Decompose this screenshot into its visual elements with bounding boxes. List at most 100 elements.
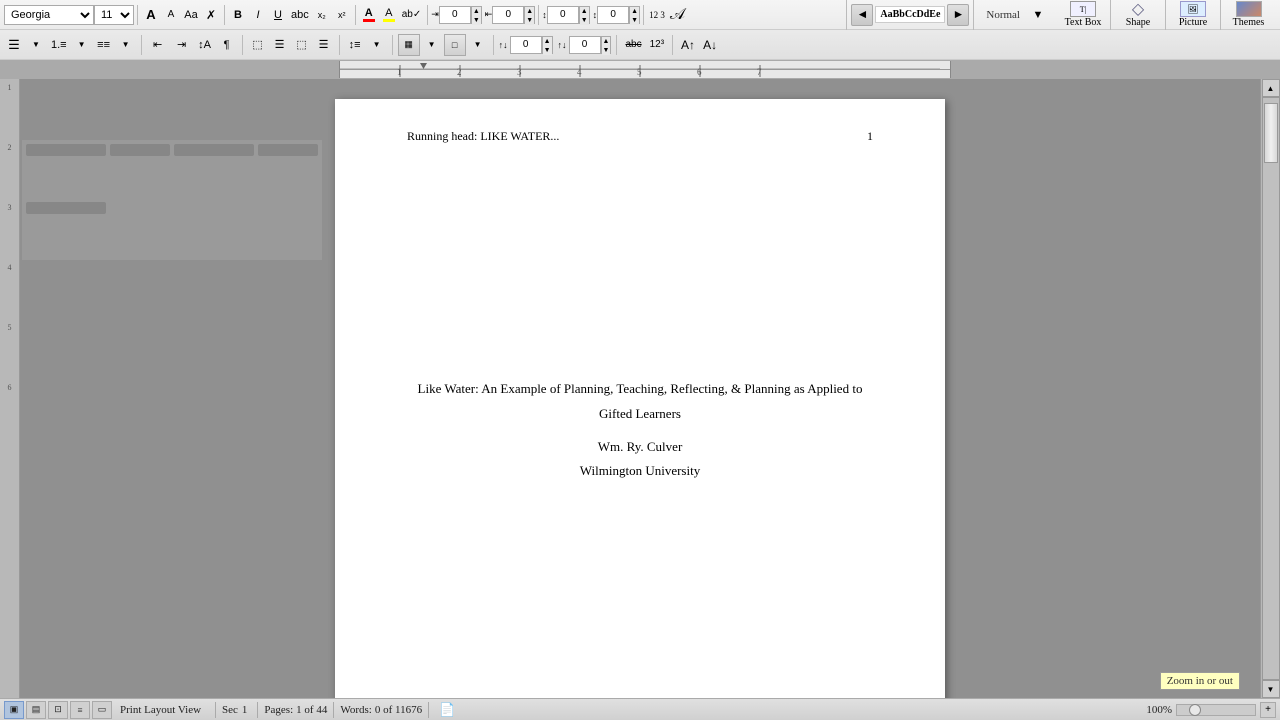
- subscript-button[interactable]: x₂: [312, 5, 332, 25]
- status-sep3: [333, 702, 334, 718]
- shading-button[interactable]: ▦: [398, 34, 420, 56]
- indent-arrows1[interactable]: ▲▼: [471, 6, 482, 24]
- row2-spacing-arrows1[interactable]: ▲▼: [542, 36, 553, 54]
- strikethrough-button[interactable]: abc: [288, 5, 312, 25]
- multilevel-dropdown[interactable]: ▼: [116, 35, 136, 55]
- show-format-button[interactable]: ¶: [217, 35, 237, 55]
- shading-dropdown[interactable]: ▼: [422, 35, 442, 55]
- status-right: Zoom in or out 100% +: [1146, 702, 1276, 718]
- align-justify-button[interactable]: ☰: [314, 35, 334, 55]
- spacing-input2[interactable]: [597, 6, 629, 24]
- title-line2[interactable]: Gifted Learners: [599, 404, 681, 425]
- spacing-combo2: ▲▼: [597, 6, 640, 24]
- numbering-button[interactable]: 1.≡: [48, 35, 70, 55]
- decrease-indent-button[interactable]: ⇤: [147, 34, 169, 56]
- web-layout-icon[interactable]: ⊡: [48, 701, 68, 719]
- scroll-track[interactable]: [1262, 97, 1280, 680]
- page-number: 1: [867, 129, 873, 144]
- textbox-insert-button[interactable]: T| Text Box: [1056, 0, 1111, 30]
- indent-input1[interactable]: 0: [439, 6, 471, 24]
- highlight-button[interactable]: A: [379, 5, 399, 25]
- change-styles-button[interactable]: ▼: [1028, 5, 1048, 25]
- row2-spacing-arrows2[interactable]: ▲▼: [601, 36, 612, 54]
- highlight-bar: [383, 19, 395, 22]
- full-reading-icon[interactable]: ▤: [26, 701, 46, 719]
- big-A-button[interactable]: 𝒜: [667, 5, 688, 25]
- text-number-button[interactable]: 12³: [647, 35, 667, 55]
- text-grow-button[interactable]: A↑: [678, 35, 698, 55]
- style-panel: Normal ▼: [974, 0, 1056, 30]
- change-case-button[interactable]: Aa: [181, 5, 201, 25]
- zoom-slider[interactable]: [1176, 704, 1256, 716]
- bullet-dropdown[interactable]: ▼: [26, 35, 46, 55]
- sep7: [141, 35, 142, 55]
- spacing-input1[interactable]: [547, 6, 579, 24]
- next-nav-button[interactable]: ►: [947, 4, 969, 26]
- scroll-up-button[interactable]: ▲: [1262, 79, 1280, 97]
- thumb-line3: [174, 144, 254, 156]
- sep6: [643, 5, 644, 25]
- align-center-button[interactable]: ☰: [270, 35, 290, 55]
- font-size-select[interactable]: 11: [94, 5, 134, 25]
- words-label: Words:: [340, 704, 372, 716]
- outline-icon[interactable]: ≡: [70, 701, 90, 719]
- align-left-button[interactable]: ⬚: [248, 35, 268, 55]
- prev-nav-button[interactable]: ◄: [851, 4, 873, 26]
- scroll-down-button[interactable]: ▼: [1262, 680, 1280, 698]
- thumb-line1: [26, 144, 106, 156]
- line-spacing-dropdown[interactable]: ▼: [367, 35, 387, 55]
- page-thumbnails: [22, 140, 322, 260]
- border-dropdown[interactable]: ▼: [468, 35, 488, 55]
- shrink-font-button[interactable]: A: [161, 5, 181, 25]
- border-button[interactable]: □: [444, 34, 466, 56]
- italic-button[interactable]: I: [248, 5, 268, 25]
- document-view-icon[interactable]: 📄: [439, 702, 455, 718]
- themes-button[interactable]: Themes: [1221, 0, 1276, 30]
- indent-combo2: 0 ▲▼: [492, 6, 535, 24]
- ruler-mark-3: 3: [0, 201, 19, 261]
- bullets-button[interactable]: ☰: [4, 35, 24, 55]
- left-ruler-marks: 1 2 3 4 5 6: [0, 81, 19, 441]
- grow-font-button[interactable]: A: [141, 5, 161, 25]
- bold-button[interactable]: B: [228, 5, 248, 25]
- indent-label: ⇥: [431, 9, 439, 20]
- indent-combo1: 0 ▲▼: [439, 6, 482, 24]
- font-color-button[interactable]: A: [359, 5, 379, 25]
- sort-button[interactable]: ↕A: [195, 35, 215, 55]
- sep12: [616, 35, 617, 55]
- draft-icon[interactable]: ▭: [92, 701, 112, 719]
- numbering-dropdown[interactable]: ▼: [72, 35, 92, 55]
- text-effect-button[interactable]: abc: [622, 35, 644, 55]
- line-spacing-button[interactable]: ↕≡: [345, 35, 365, 55]
- increase-indent-button[interactable]: ⇥: [171, 34, 193, 56]
- zoom-in-button[interactable]: +: [1260, 702, 1276, 718]
- underline-button[interactable]: U: [268, 5, 288, 25]
- title-line1[interactable]: Like Water: An Example of Planning, Teac…: [418, 379, 863, 400]
- shape-insert-button[interactable]: ◇ Shape: [1111, 0, 1166, 30]
- scroll-thumb[interactable]: [1264, 103, 1278, 163]
- indent-arrows2[interactable]: ▲▼: [524, 6, 535, 24]
- sep3: [355, 5, 356, 25]
- style-sample: AaBbCcDdEe: [875, 6, 945, 23]
- multilevel-button[interactable]: ≡≡: [94, 35, 114, 55]
- document-page[interactable]: Running head: LIKE WATER... 1 Like Water…: [335, 99, 945, 698]
- align-right-button[interactable]: ⬚: [292, 35, 312, 55]
- format-paint-button[interactable]: ab✓: [399, 5, 425, 25]
- row2-spacing-input1[interactable]: [510, 36, 542, 54]
- svg-text:6: 6: [697, 67, 702, 77]
- superscript-button[interactable]: x²: [332, 5, 352, 25]
- text-shrink-button[interactable]: A↓: [700, 35, 720, 55]
- row2-spacing-input2[interactable]: [569, 36, 601, 54]
- font-name-select[interactable]: Georgia: [4, 5, 94, 25]
- indent-label2: ⇤: [485, 9, 493, 20]
- canvas-area[interactable]: Running head: LIKE WATER... 1 Like Water…: [20, 79, 1260, 698]
- indent-input2[interactable]: 0: [492, 6, 524, 24]
- spacing-arrows2[interactable]: ▲▼: [629, 6, 640, 24]
- spacing-arrows1[interactable]: ▲▼: [579, 6, 590, 24]
- thumb-line2: [110, 144, 170, 156]
- page-body[interactable]: Like Water: An Example of Planning, Teac…: [407, 379, 873, 482]
- words-value: 0 of 11676: [375, 704, 422, 716]
- print-layout-icon[interactable]: ▣: [4, 701, 24, 719]
- picture-insert-button[interactable]: 🖼 Picture: [1166, 0, 1221, 30]
- clear-format-button[interactable]: ✗: [201, 5, 221, 25]
